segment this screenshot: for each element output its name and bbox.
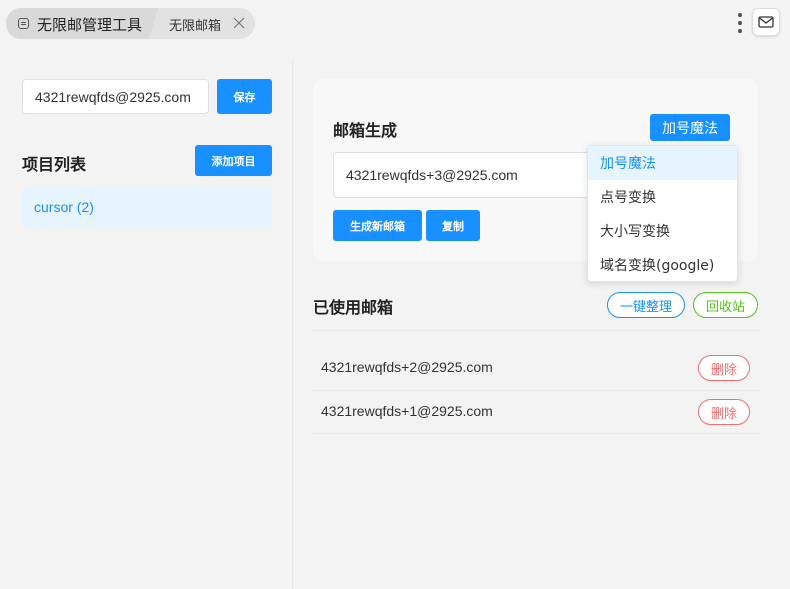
row-divider bbox=[313, 433, 760, 434]
mode-select-button[interactable]: 加号魔法 bbox=[650, 114, 730, 141]
copy-button[interactable]: 复制 bbox=[426, 210, 480, 241]
projects-title: 项目列表 bbox=[22, 155, 87, 174]
generate-button[interactable]: 生成新邮箱 bbox=[333, 210, 422, 241]
mode-dropdown-menu: 加号魔法 点号变换 大小写变换 域名变换(google) bbox=[587, 145, 738, 282]
panel-divider bbox=[292, 60, 293, 589]
row-divider bbox=[313, 390, 760, 391]
project-item-label: cursor (2) bbox=[34, 199, 94, 215]
tab-group: 无限邮管理工具 无限邮箱 bbox=[6, 8, 255, 39]
delete-button[interactable]: 删除 bbox=[698, 399, 750, 425]
add-project-button[interactable]: 添加项目 bbox=[195, 145, 272, 176]
mail-icon bbox=[758, 16, 774, 28]
delete-button[interactable]: 删除 bbox=[698, 355, 750, 381]
close-icon[interactable] bbox=[232, 16, 246, 30]
recycle-bin-button[interactable]: 回收站 bbox=[693, 292, 758, 318]
mail-button[interactable] bbox=[752, 8, 780, 36]
dropdown-item-case-transform[interactable]: 大小写变换 bbox=[588, 214, 737, 248]
project-item-cursor[interactable]: cursor (2) bbox=[22, 187, 272, 228]
tab-app-label: 无限邮管理工具 bbox=[37, 16, 143, 34]
tab-app[interactable]: 无限邮管理工具 bbox=[6, 8, 158, 39]
generated-email-value: 4321rewqfds+3@2925.com bbox=[346, 167, 518, 183]
used-email-row-1: 4321rewqfds+2@2925.com bbox=[321, 359, 493, 375]
dropdown-item-domain-transform[interactable]: 域名变换(google) bbox=[588, 248, 737, 282]
used-title: 已使用邮箱 bbox=[313, 298, 394, 317]
generator-title: 邮箱生成 bbox=[333, 121, 398, 140]
save-button[interactable]: 保存 bbox=[217, 79, 272, 114]
tab-mailbox-label[interactable]: 无限邮箱 bbox=[169, 15, 221, 34]
dropdown-item-plus-magic[interactable]: 加号魔法 bbox=[588, 146, 737, 180]
divider bbox=[313, 330, 760, 331]
more-vertical-icon[interactable] bbox=[731, 12, 749, 34]
title-bar: 无限邮管理工具 无限邮箱 bbox=[0, 0, 790, 46]
app-icon bbox=[18, 18, 29, 29]
organize-button[interactable]: 一键整理 bbox=[607, 292, 685, 318]
email-input[interactable]: 4321rewqfds@2925.com bbox=[22, 79, 209, 114]
email-input-value: 4321rewqfds@2925.com bbox=[35, 88, 191, 105]
used-email-row-2: 4321rewqfds+1@2925.com bbox=[321, 403, 493, 419]
dropdown-item-dot-transform[interactable]: 点号变换 bbox=[588, 180, 737, 214]
generated-email-field[interactable]: 4321rewqfds+3@2925.com bbox=[333, 152, 603, 198]
